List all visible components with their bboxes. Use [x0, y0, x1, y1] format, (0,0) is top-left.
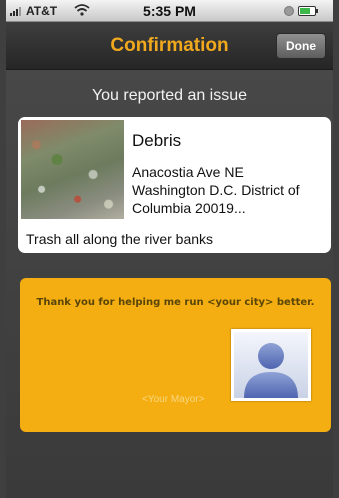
- done-button[interactable]: Done: [276, 33, 326, 59]
- battery-tip: [316, 9, 318, 13]
- battery-icon: [298, 6, 316, 16]
- mayor-message-card: Thank you for helping me run <your city>…: [20, 278, 331, 432]
- battery-level-fill: [300, 8, 310, 14]
- issue-address-line: Washington D.C. District of: [132, 182, 300, 198]
- status-bar: AT&T 5:35 PM: [6, 0, 333, 22]
- lock-icon: [284, 6, 294, 16]
- issue-address-line: Anacostia Ave NE: [132, 164, 244, 180]
- issue-photo: [21, 120, 124, 219]
- person-silhouette-icon: [244, 343, 298, 398]
- thank-you-message: Thank you for helping me run <your city>…: [36, 297, 315, 308]
- issue-address-line: Columbia 20019...: [132, 200, 246, 216]
- reported-heading: You reported an issue: [91, 87, 248, 104]
- phone-screen: AT&T 5:35 PM Confirmation Done You repor…: [6, 0, 333, 498]
- issue-description: Trash all along the river banks: [26, 231, 214, 247]
- navigation-bar: Confirmation Done: [6, 22, 333, 70]
- issue-category: Debris: [132, 131, 182, 150]
- issue-card: Debris Anacostia Ave NE Washington D.C. …: [18, 117, 331, 253]
- mayor-photo: [231, 329, 311, 401]
- mayor-name: <Your Mayor>: [142, 394, 205, 405]
